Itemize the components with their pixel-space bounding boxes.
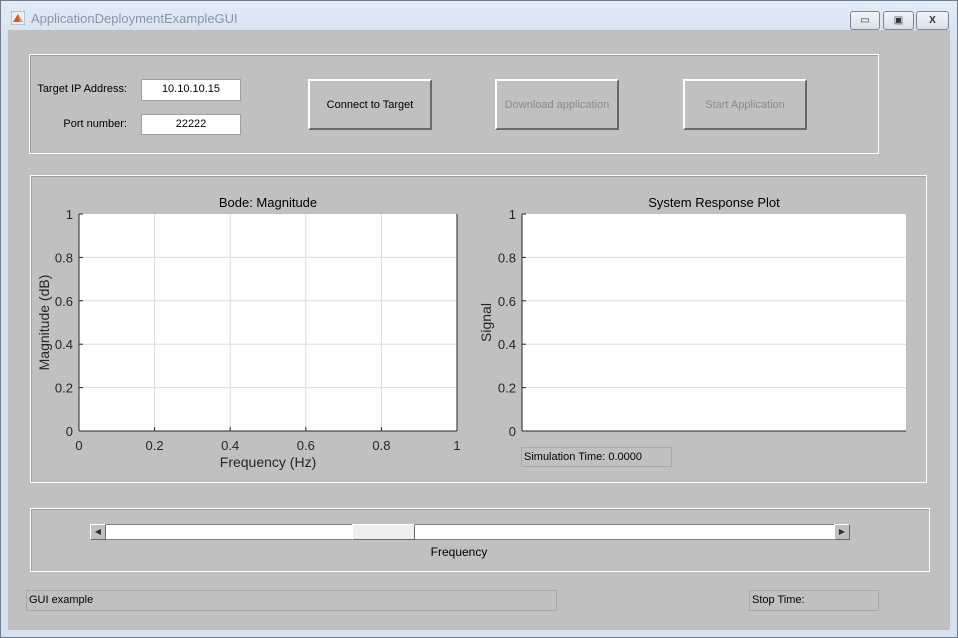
frequency-label: Frequency xyxy=(430,545,488,559)
y-tick-label: 0.2 xyxy=(498,381,516,396)
stop-time-display: Stop Time: xyxy=(749,590,879,611)
x-tick-label: 0.8 xyxy=(372,438,390,453)
x-axis-label: Frequency (Hz) xyxy=(220,454,316,470)
y-tick-label: 0 xyxy=(509,424,516,439)
slider-thumb[interactable] xyxy=(352,524,416,540)
x-tick-label: 0.6 xyxy=(297,438,315,453)
y-tick-label: 1 xyxy=(509,207,516,222)
slider-left-arrow[interactable]: ◀ xyxy=(90,524,106,540)
x-tick-label: 0 xyxy=(75,438,82,453)
x-tick-label: 1 xyxy=(453,438,460,453)
x-tick-label: 0.2 xyxy=(146,438,164,453)
slider-right-arrow[interactable]: ▶ xyxy=(834,524,850,540)
x-tick-label: 0.4 xyxy=(221,438,239,453)
y-tick-label: 0.8 xyxy=(498,250,516,265)
y-tick-label: 0.2 xyxy=(55,381,73,396)
slider-panel xyxy=(30,508,930,572)
y-axis-label: Signal xyxy=(478,303,494,342)
y-tick-label: 0.6 xyxy=(498,294,516,309)
frequency-slider[interactable] xyxy=(106,524,834,540)
status-message: GUI example xyxy=(26,590,557,611)
chart-title: System Response Plot xyxy=(648,195,780,210)
y-tick-label: 1 xyxy=(66,207,73,222)
charts-canvas: 0 0.2 0.4 0.6 0.8 1 0 0.2 0.4 0.6 0.8 1 Bode: Magnit… xyxy=(36,195,906,470)
chart-title: Bode: Magnitude xyxy=(219,195,317,210)
y-tick-label: 0.6 xyxy=(55,294,73,309)
y-tick-label: 0.4 xyxy=(498,337,516,352)
y-axis-label: Magnitude (dB) xyxy=(36,275,52,371)
y-tick-label: 0.8 xyxy=(55,250,73,265)
simulation-time-display: Simulation Time: 0.0000 xyxy=(521,447,672,467)
plot-area xyxy=(79,214,457,431)
y-tick-label: 0.4 xyxy=(55,337,73,352)
plot-area xyxy=(522,214,906,431)
y-tick-label: 0 xyxy=(66,424,73,439)
